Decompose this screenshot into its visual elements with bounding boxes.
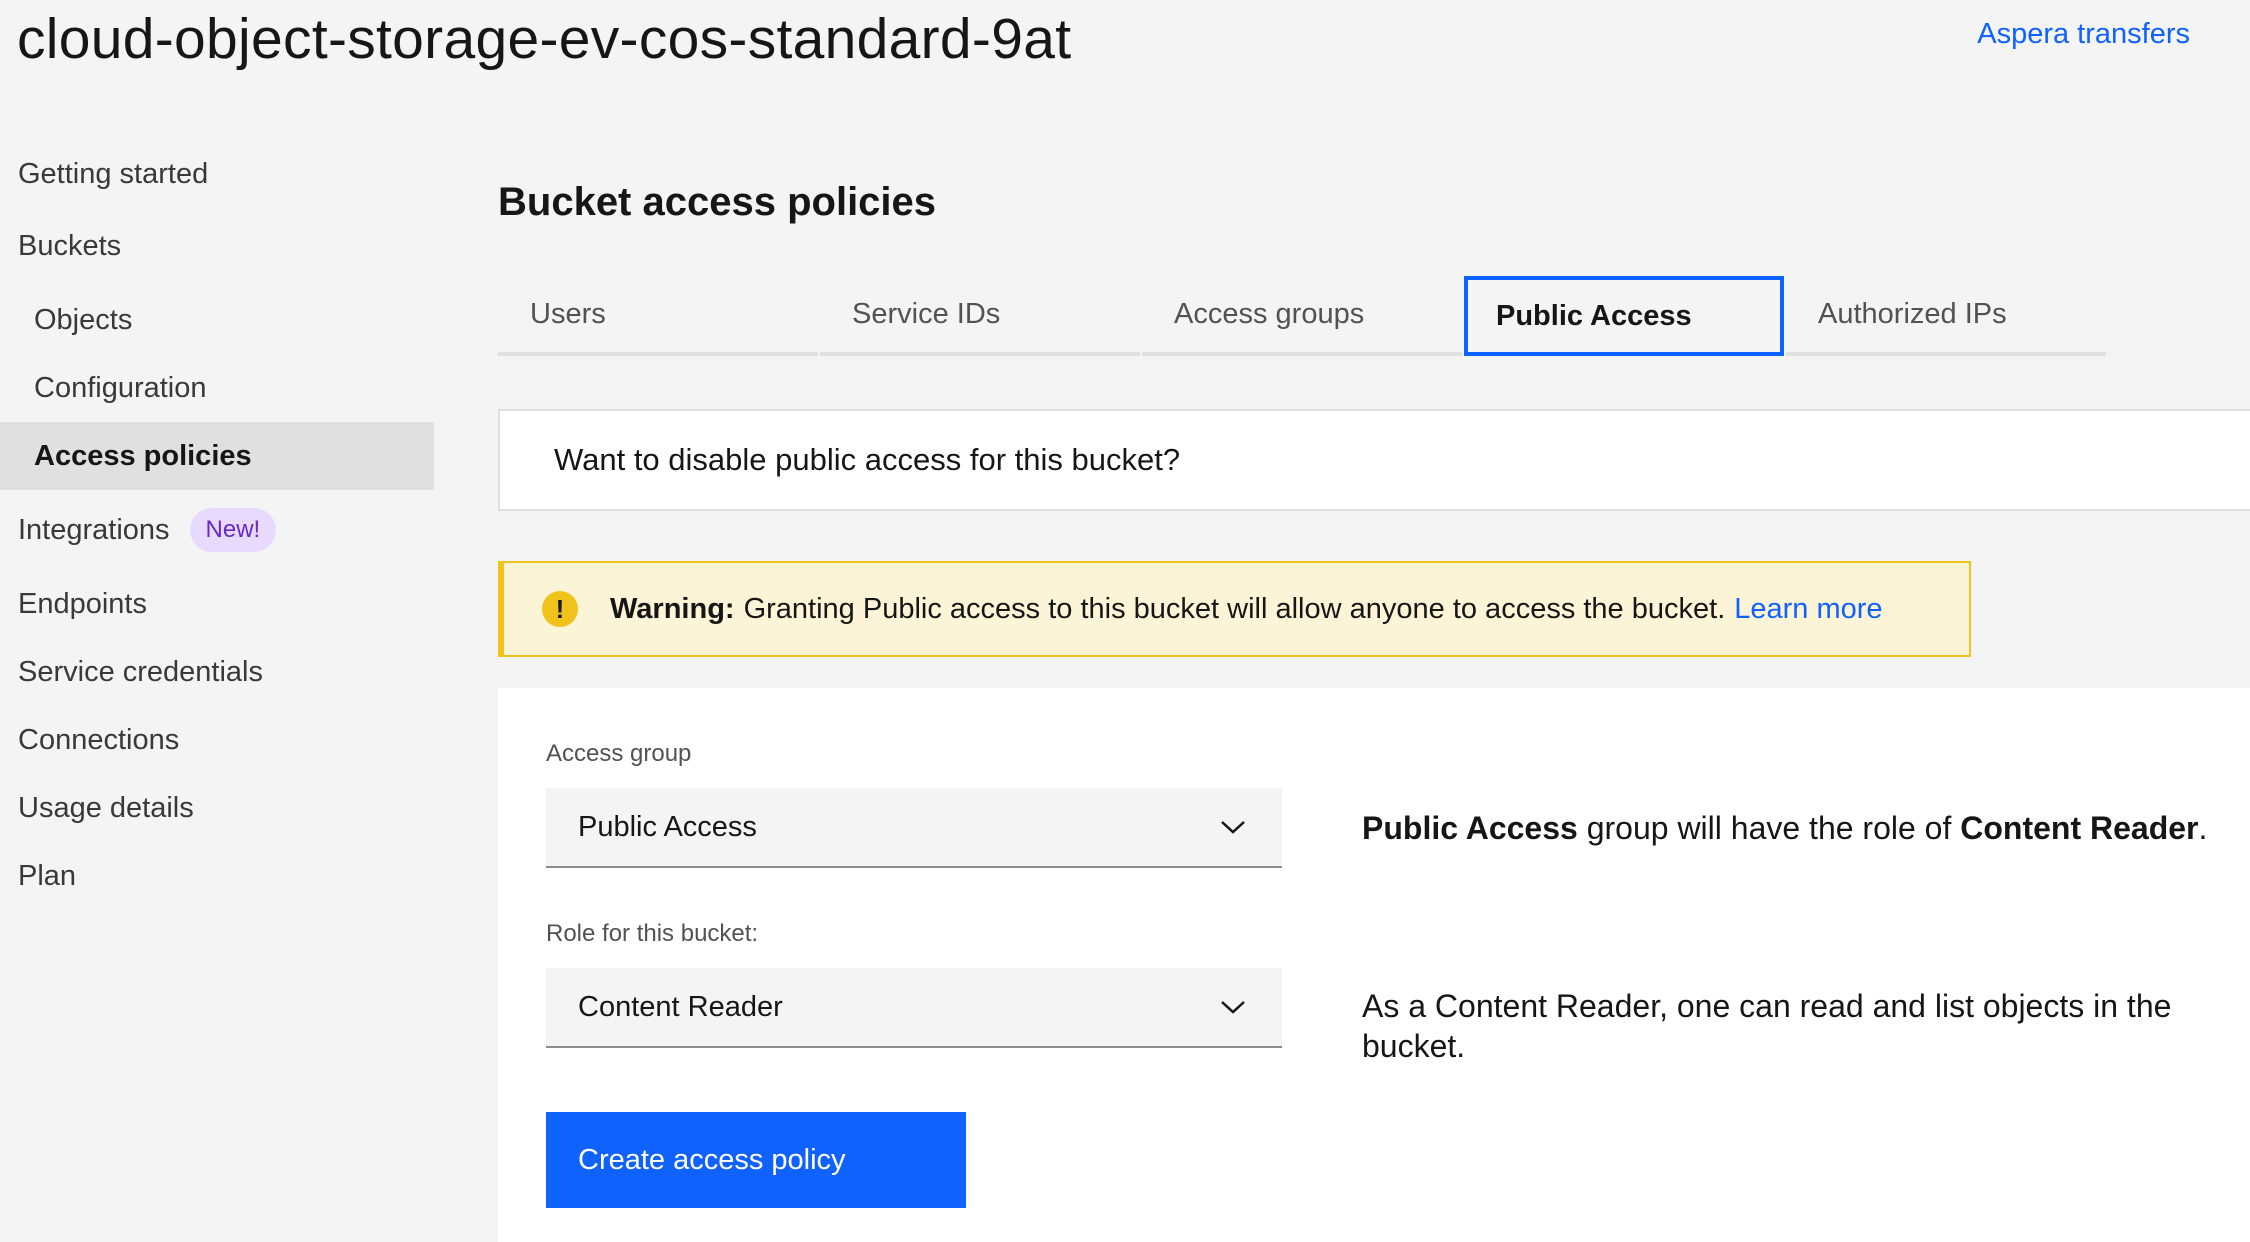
role-name-bold: Content Reader: [1960, 810, 2199, 846]
sidebar-item-connections[interactable]: Connections: [0, 706, 434, 774]
section-title: Bucket access policies: [498, 180, 937, 224]
sidebar: Getting started Buckets Objects Configur…: [0, 140, 434, 910]
role-description: As a Content Reader, one can read and li…: [1362, 988, 2172, 1064]
warning-icon: !: [542, 591, 578, 627]
tab-label: Service IDs: [852, 297, 1001, 330]
sidebar-item-label: Objects: [34, 303, 133, 336]
tab-label: Public Access: [1496, 299, 1692, 332]
warning-notification: ! Warning: Granting Public access to thi…: [498, 561, 1971, 657]
group-name-bold: Public Access: [1362, 810, 1578, 846]
desc-end: .: [2198, 810, 2208, 846]
sidebar-item-label: Connections: [18, 723, 180, 756]
tab-users[interactable]: Users: [498, 276, 818, 356]
desc-text: group will have the role of: [1577, 810, 1961, 846]
learn-more-link[interactable]: Learn more: [1734, 593, 1882, 626]
create-access-policy-button[interactable]: Create access policy: [546, 1112, 966, 1208]
role-label: Role for this bucket:: [546, 920, 759, 947]
sidebar-item-label: Plan: [18, 859, 77, 892]
warning-label: Warning:: [610, 592, 735, 625]
sidebar-item-label: Usage details: [18, 791, 194, 824]
tab-label: Authorized IPs: [1818, 297, 2007, 330]
sidebar-item-getting-started[interactable]: Getting started: [0, 140, 434, 208]
sidebar-item-label: Service credentials: [18, 655, 263, 688]
tab-label: Access groups: [1174, 297, 1365, 330]
sidebar-item-plan[interactable]: Plan: [0, 842, 434, 910]
tab-service-ids[interactable]: Service IDs: [820, 276, 1140, 356]
sidebar-item-label: Endpoints: [18, 587, 147, 620]
page-title: cloud-object-storage-ev-cos-standard-9at: [17, 7, 1072, 71]
tab-access-groups[interactable]: Access groups: [1142, 276, 1462, 356]
access-group-value: Public Access: [578, 810, 757, 843]
sidebar-item-endpoints[interactable]: Endpoints: [0, 570, 434, 638]
sidebar-item-label: Access policies: [34, 439, 252, 472]
role-select[interactable]: Content Reader: [546, 968, 1282, 1048]
sidebar-item-usage-details[interactable]: Usage details: [0, 774, 434, 842]
tab-label: Users: [530, 297, 606, 330]
warning-text: Granting Public access to this bucket wi…: [743, 592, 1726, 625]
page: cloud-object-storage-ev-cos-standard-9at…: [0, 0, 2250, 1242]
new-badge: New!: [189, 508, 277, 552]
disable-public-access-accordion[interactable]: Want to disable public access for this b…: [498, 409, 2250, 511]
sidebar-item-label: Getting started: [18, 157, 209, 190]
sidebar-item-integrations[interactable]: Integrations New!: [0, 490, 434, 570]
disable-prompt: Want to disable public access for this b…: [554, 442, 1181, 477]
policy-form: Access group Public Access Public Access…: [498, 688, 2250, 1242]
sidebar-item-access-policies[interactable]: Access policies: [0, 422, 434, 490]
sidebar-item-service-credentials[interactable]: Service credentials: [0, 638, 434, 706]
tab-authorized-ips[interactable]: Authorized IPs: [1786, 276, 2106, 356]
sidebar-item-label: Configuration: [34, 371, 207, 404]
sidebar-item-label: Integrations: [18, 513, 170, 546]
access-group-label: Access group: [546, 740, 692, 767]
group-role-description: Public Access group will have the role o…: [1362, 808, 2207, 848]
access-group-select[interactable]: Public Access: [546, 788, 1282, 868]
sidebar-item-label: Buckets: [18, 229, 122, 262]
sidebar-item-buckets[interactable]: Buckets: [0, 212, 434, 280]
chevron-down-icon: [1221, 1001, 1245, 1014]
policy-tabs: Users Service IDs Access groups Public A…: [498, 276, 2108, 356]
tab-public-access[interactable]: Public Access: [1464, 276, 1784, 356]
chevron-down-icon: [1221, 821, 1245, 834]
sidebar-item-objects[interactable]: Objects: [0, 286, 434, 354]
role-value: Content Reader: [578, 990, 783, 1023]
aspera-transfers-link[interactable]: Aspera transfers: [1977, 18, 2190, 51]
sidebar-item-configuration[interactable]: Configuration: [0, 354, 434, 422]
